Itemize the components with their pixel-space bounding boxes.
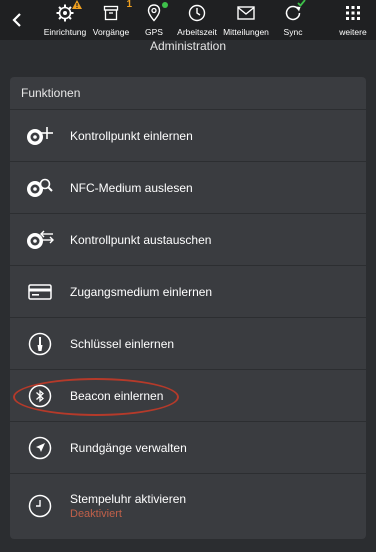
- menu-item-nfc-medium-auslesen[interactable]: NFC-Medium auslesen: [10, 161, 366, 213]
- panel-header: Funktionen: [21, 86, 81, 100]
- nav-arbeitszeit[interactable]: Arbeitszeit: [176, 0, 218, 40]
- menu-item-label: NFC-Medium auslesen: [70, 180, 193, 195]
- warning-icon: [72, 0, 82, 9]
- nav-label: weitere: [339, 27, 367, 37]
- nav-einrichtung[interactable]: Einrichtung: [44, 0, 86, 40]
- menu-item-label: Rundgänge verwalten: [70, 440, 187, 455]
- nfc-read-icon: [10, 177, 70, 199]
- menu-item-label: Beacon einlernen: [70, 388, 164, 403]
- check-icon: [297, 0, 306, 7]
- nav-label: Arbeitszeit: [177, 27, 217, 37]
- inbox-icon: [101, 3, 121, 23]
- nav-label: GPS: [145, 27, 163, 37]
- menu-item-zugangsmedium-einlernen[interactable]: Zugangsmedium einlernen: [10, 265, 366, 317]
- back-button[interactable]: [0, 0, 34, 40]
- nav-label: Einrichtung: [43, 27, 87, 37]
- functions-panel: Funktionen Kontrollpunkt einlernen NFC-M…: [10, 77, 366, 539]
- menu-item-beacon-einlernen[interactable]: Beacon einlernen: [10, 369, 366, 421]
- menu-item-label: Schlüssel einlernen: [70, 336, 175, 351]
- nav-mitteilungen[interactable]: Mitteilungen: [222, 0, 270, 40]
- location-pin-icon: [144, 3, 164, 23]
- menu-item-rundgaenge-verwalten[interactable]: Rundgänge verwalten: [10, 421, 366, 473]
- clock-icon: [187, 3, 207, 23]
- top-toolbar: Einrichtung 1 Vorgänge GPS Arbeitszeit M…: [0, 0, 376, 40]
- navigation-arrow-icon: [10, 436, 70, 460]
- menu-item-label: Kontrollpunkt austauschen: [70, 232, 212, 247]
- page-title: Administration: [0, 40, 376, 54]
- checkpoint-exchange-icon: [10, 229, 70, 251]
- status-deactivated: Deaktiviert: [70, 507, 122, 520]
- nav-gps[interactable]: GPS: [140, 0, 168, 40]
- nav-sync[interactable]: Sync: [278, 0, 308, 40]
- menu-item-stempeluhr-aktivieren[interactable]: Stempeluhr aktivieren Deaktiviert: [10, 473, 366, 537]
- gps-status-dot: [162, 2, 168, 8]
- menu-item-label: Stempeluhr aktivieren: [70, 491, 187, 506]
- menu-item-kontrollpunkt-einlernen[interactable]: Kontrollpunkt einlernen: [10, 109, 366, 161]
- menu-item-label: Kontrollpunkt einlernen: [70, 128, 193, 143]
- grid-icon: [343, 3, 363, 23]
- chevron-left-icon: [12, 13, 21, 27]
- nav-label: Sync: [283, 27, 303, 37]
- menu-item-kontrollpunkt-austauschen[interactable]: Kontrollpunkt austauschen: [10, 213, 366, 265]
- key-icon: [10, 332, 70, 356]
- card-icon: [10, 283, 70, 301]
- envelope-icon: [236, 3, 256, 23]
- notification-badge: 1: [126, 0, 132, 10]
- nav-vorgaenge[interactable]: 1 Vorgänge: [92, 0, 132, 40]
- menu-item-label: Zugangsmedium einlernen: [70, 284, 213, 299]
- checkpoint-add-icon: [10, 125, 70, 147]
- menu-item-schluessel-einlernen[interactable]: Schlüssel einlernen: [10, 317, 366, 369]
- bluetooth-icon: [10, 384, 70, 408]
- clock-icon: [10, 494, 70, 518]
- nav-label: Mitteilungen: [223, 27, 269, 37]
- nav-weitere[interactable]: weitere: [336, 0, 370, 40]
- nav-label: Vorgänge: [92, 27, 130, 37]
